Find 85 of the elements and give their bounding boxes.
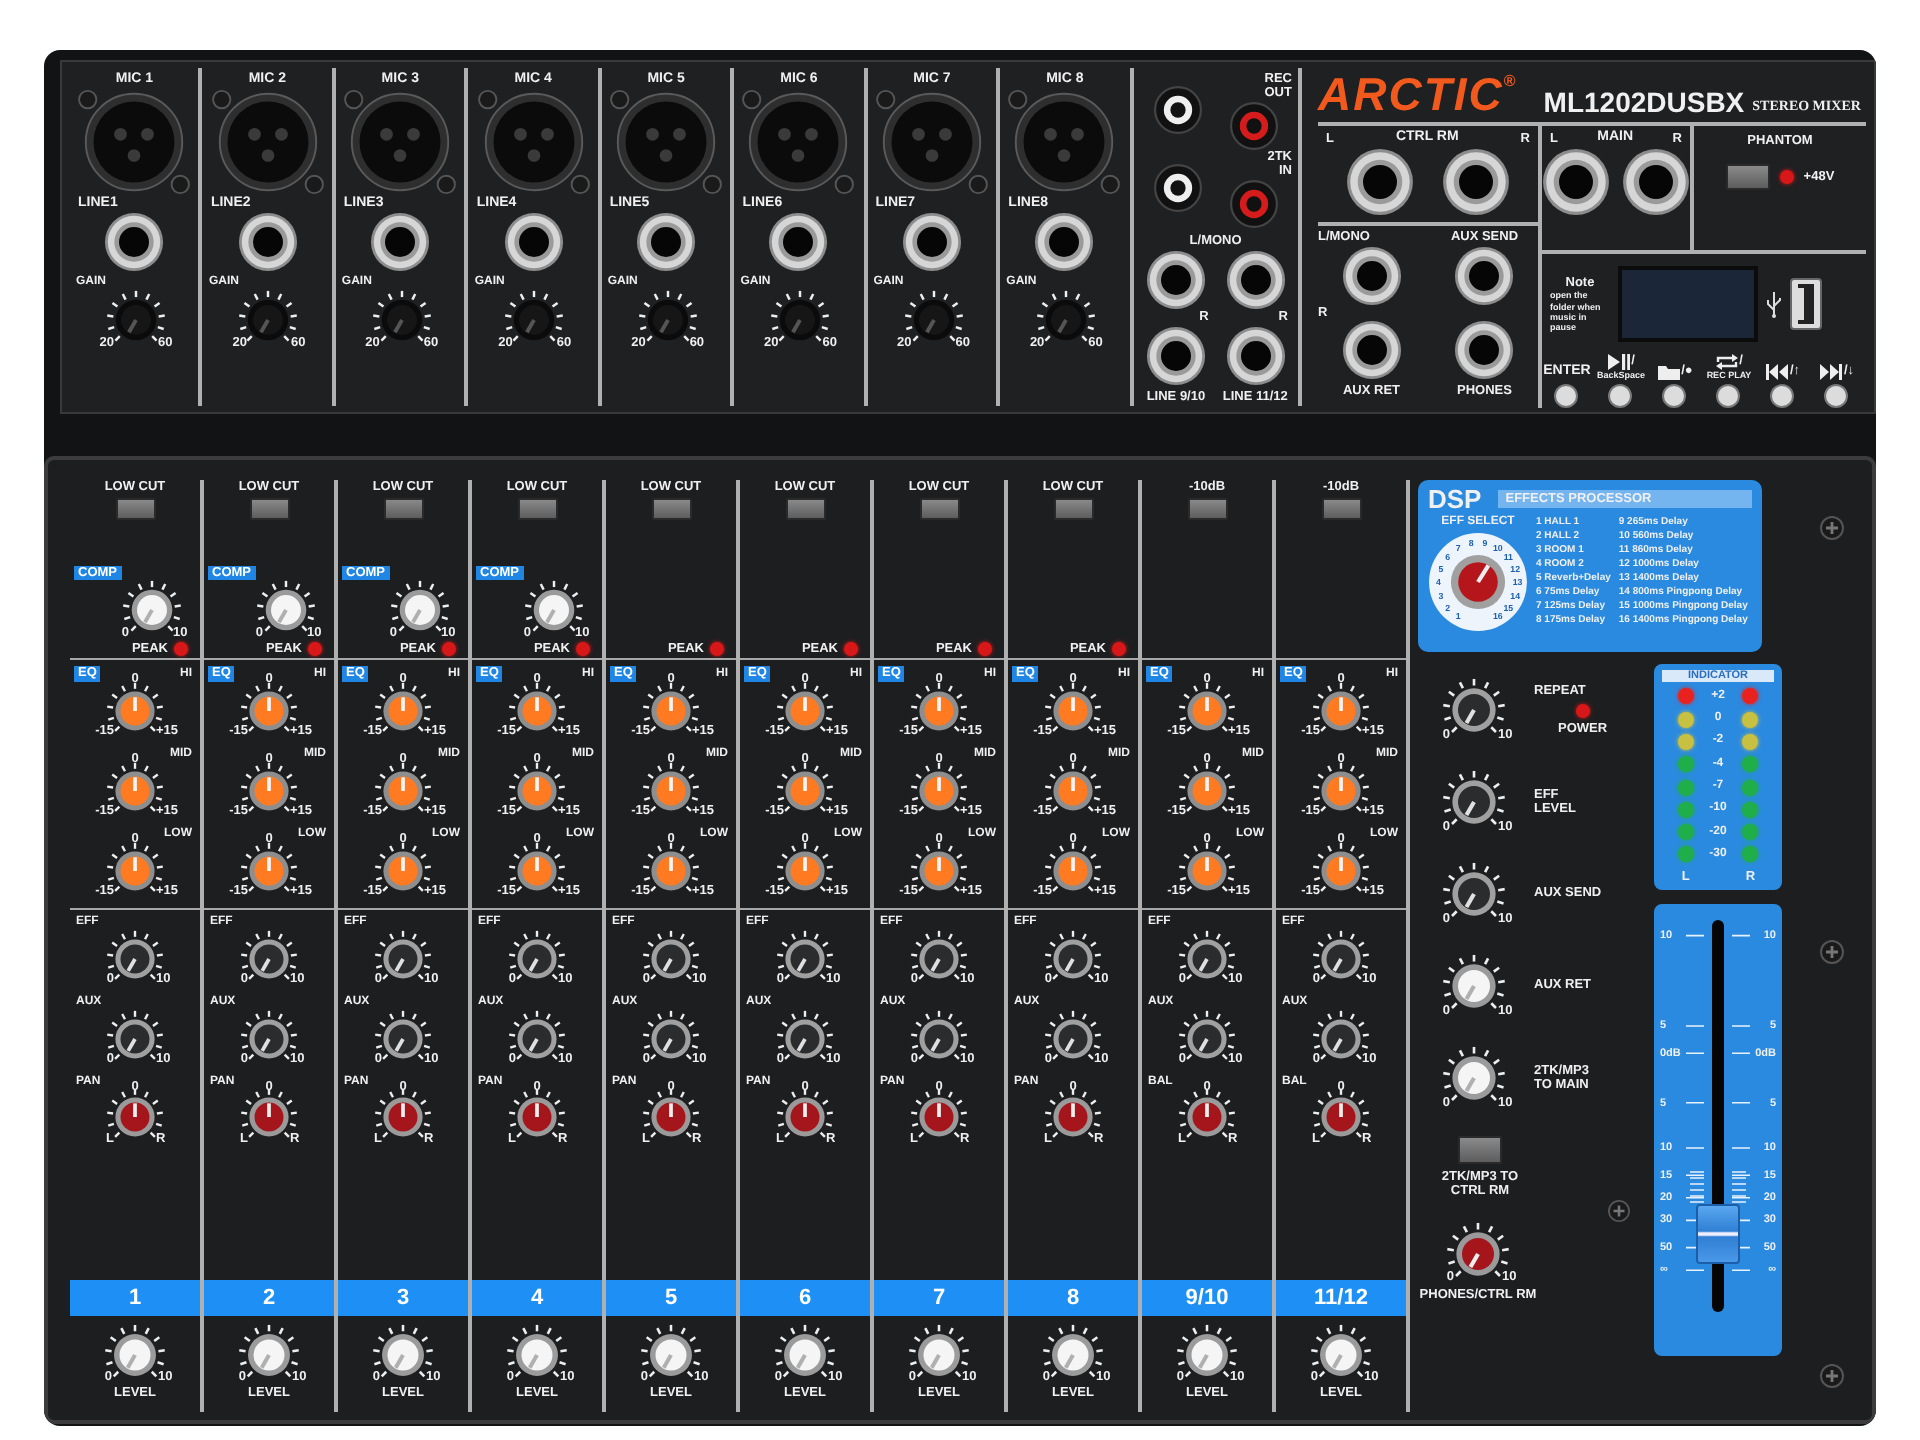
- switch-button[interactable]: [919, 498, 959, 521]
- jack-socket[interactable]: [1034, 212, 1095, 273]
- screw-icon: [1819, 1364, 1843, 1388]
- jack-socket[interactable]: [1621, 148, 1690, 217]
- jack-socket[interactable]: [1454, 245, 1515, 306]
- jack-socket[interactable]: [1345, 148, 1414, 217]
- screw-icon: [1608, 1199, 1630, 1222]
- led-icon: [844, 642, 858, 657]
- xlr-socket[interactable]: [740, 88, 857, 197]
- channel-number: 3: [338, 1279, 468, 1316]
- channel-number: 11/12: [1276, 1279, 1406, 1316]
- registered-mark: ®: [1503, 72, 1516, 91]
- channel-number: 6: [740, 1279, 870, 1316]
- channel-number: 7: [874, 1279, 1004, 1316]
- player-button[interactable]: [1554, 384, 1579, 409]
- led-icon: [308, 642, 322, 657]
- skip-forward-icon: [1819, 363, 1842, 380]
- channel-number: 1: [70, 1279, 200, 1316]
- jack-socket[interactable]: [370, 212, 431, 273]
- player-button[interactable]: [1608, 384, 1633, 409]
- brand-logo: ARCTIC: [1317, 72, 1504, 118]
- switch-button[interactable]: [249, 498, 289, 521]
- jack-socket[interactable]: [1341, 319, 1402, 380]
- switch-button[interactable]: [1725, 164, 1770, 191]
- xlr-socket[interactable]: [608, 88, 725, 197]
- channel-number: 4: [472, 1279, 602, 1316]
- jack-socket[interactable]: [237, 212, 298, 273]
- jack-socket[interactable]: [1145, 325, 1206, 386]
- player-button[interactable]: [1716, 384, 1741, 409]
- channel-number: 8: [1008, 1279, 1138, 1316]
- play-pause-icon: [1607, 353, 1630, 369]
- channel-number: 9/10: [1142, 1279, 1272, 1316]
- xlr-socket[interactable]: [1006, 88, 1123, 197]
- led-icon: [1575, 704, 1590, 718]
- lcd-screen: [1617, 266, 1758, 342]
- rca-socket[interactable]: [1153, 164, 1202, 213]
- channel-number: 2: [204, 1279, 334, 1316]
- switch-button[interactable]: [1053, 498, 1093, 521]
- jack-socket[interactable]: [1225, 325, 1286, 386]
- jack-socket[interactable]: [104, 212, 165, 273]
- player-button[interactable]: [1824, 384, 1849, 409]
- model-name: ML1202DUSBX: [1543, 87, 1745, 118]
- channel-number: 5: [606, 1279, 736, 1316]
- led-icon: [978, 642, 992, 657]
- xlr-socket[interactable]: [873, 88, 990, 197]
- switch-button[interactable]: [1321, 498, 1361, 521]
- switch-button[interactable]: [1458, 1136, 1502, 1164]
- screw-icon: [1819, 940, 1843, 964]
- switch-button[interactable]: [785, 498, 825, 521]
- jack-socket[interactable]: [901, 212, 962, 273]
- xlr-socket[interactable]: [475, 88, 592, 197]
- jack-socket[interactable]: [768, 212, 829, 273]
- jack-socket[interactable]: [1341, 245, 1402, 306]
- jack-socket[interactable]: [636, 212, 697, 273]
- switch-button[interactable]: [517, 498, 557, 521]
- xlr-socket[interactable]: [342, 88, 459, 197]
- led-icon: [710, 642, 724, 657]
- jack-socket[interactable]: [1454, 319, 1515, 380]
- player-button[interactable]: [1662, 384, 1687, 409]
- player-button[interactable]: [1770, 384, 1795, 409]
- led-icon: [442, 642, 456, 657]
- jack-socket[interactable]: [1541, 148, 1610, 217]
- fader-thumb[interactable]: [1696, 1203, 1740, 1264]
- folder-icon: [1657, 363, 1680, 380]
- screw-icon: [1819, 516, 1843, 540]
- usb-port[interactable]: [1789, 278, 1822, 330]
- jack-socket[interactable]: [503, 212, 564, 273]
- usb-icon: [1765, 290, 1782, 318]
- xlr-socket[interactable]: [76, 88, 193, 197]
- led-icon: [1112, 642, 1126, 657]
- switch-button[interactable]: [651, 498, 691, 521]
- jack-socket[interactable]: [1225, 250, 1286, 311]
- switch-button[interactable]: [115, 498, 155, 521]
- switch-button[interactable]: [383, 498, 423, 521]
- rca-socket[interactable]: [1153, 86, 1202, 135]
- led-icon: [576, 642, 590, 657]
- jack-socket[interactable]: [1145, 250, 1206, 311]
- jack-socket[interactable]: [1441, 148, 1510, 217]
- led-icon: [1779, 170, 1794, 185]
- repeat-icon: [1715, 353, 1738, 369]
- led-icon: [174, 642, 188, 657]
- dsp-title: DSP: [1428, 486, 1482, 512]
- switch-button[interactable]: [1187, 498, 1227, 521]
- skip-back-icon: [1765, 363, 1788, 380]
- xlr-socket[interactable]: [209, 88, 326, 197]
